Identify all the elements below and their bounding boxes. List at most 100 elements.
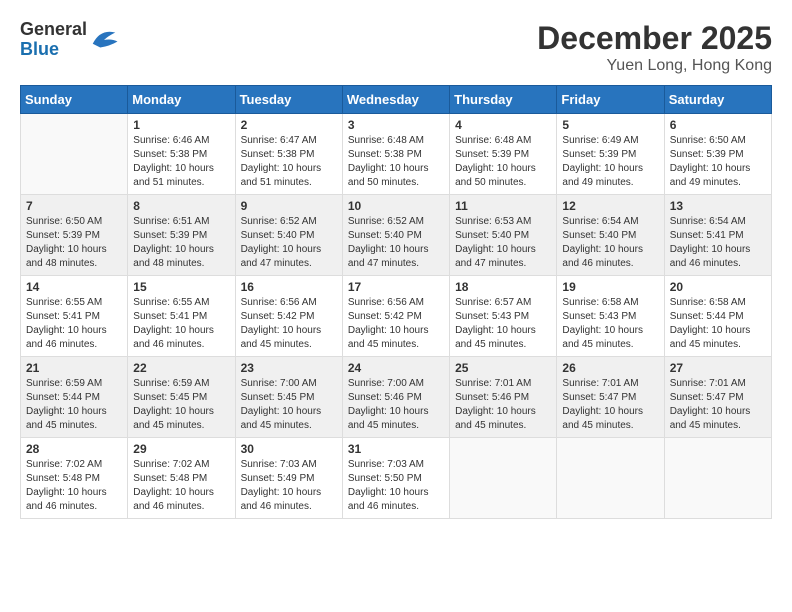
day-number: 19 <box>562 280 658 294</box>
day-number: 3 <box>348 118 444 132</box>
calendar-cell: 31 Sunrise: 7:03 AM Sunset: 5:50 PM Dayli… <box>342 438 449 519</box>
calendar-week-row: 14 Sunrise: 6:55 AM Sunset: 5:41 PM Dayli… <box>21 276 772 357</box>
day-info: Sunrise: 7:02 AM Sunset: 5:48 PM Dayligh… <box>26 458 122 514</box>
calendar-header-monday: Monday <box>128 86 235 114</box>
day-number: 17 <box>348 280 444 294</box>
day-number: 8 <box>133 199 229 213</box>
day-number: 5 <box>562 118 658 132</box>
day-number: 27 <box>670 361 766 375</box>
day-info: Sunrise: 7:03 AM Sunset: 5:49 PM Dayligh… <box>241 458 337 514</box>
day-number: 14 <box>26 280 122 294</box>
day-number: 29 <box>133 442 229 456</box>
calendar-cell: 13 Sunrise: 6:54 AM Sunset: 5:41 PM Dayli… <box>664 195 771 276</box>
day-info: Sunrise: 6:47 AM Sunset: 5:38 PM Dayligh… <box>241 134 337 190</box>
calendar-cell: 8 Sunrise: 6:51 AM Sunset: 5:39 PM Daylig… <box>128 195 235 276</box>
calendar-cell: 27 Sunrise: 7:01 AM Sunset: 5:47 PM Dayli… <box>664 357 771 438</box>
day-number: 11 <box>455 199 551 213</box>
day-number: 25 <box>455 361 551 375</box>
day-info: Sunrise: 7:02 AM Sunset: 5:48 PM Dayligh… <box>133 458 229 514</box>
day-info: Sunrise: 7:01 AM Sunset: 5:47 PM Dayligh… <box>670 377 766 433</box>
calendar-cell: 23 Sunrise: 7:00 AM Sunset: 5:45 PM Dayli… <box>235 357 342 438</box>
day-info: Sunrise: 6:59 AM Sunset: 5:44 PM Dayligh… <box>26 377 122 433</box>
calendar-cell: 6 Sunrise: 6:50 AM Sunset: 5:39 PM Daylig… <box>664 114 771 195</box>
calendar-header-tuesday: Tuesday <box>235 86 342 114</box>
day-number: 1 <box>133 118 229 132</box>
day-number: 9 <box>241 199 337 213</box>
day-number: 7 <box>26 199 122 213</box>
calendar-header-sunday: Sunday <box>21 86 128 114</box>
calendar-cell: 17 Sunrise: 6:56 AM Sunset: 5:42 PM Dayli… <box>342 276 449 357</box>
day-info: Sunrise: 6:52 AM Sunset: 5:40 PM Dayligh… <box>348 215 444 271</box>
day-info: Sunrise: 7:03 AM Sunset: 5:50 PM Dayligh… <box>348 458 444 514</box>
day-number: 10 <box>348 199 444 213</box>
logo: General Blue <box>20 20 119 60</box>
day-info: Sunrise: 6:48 AM Sunset: 5:39 PM Dayligh… <box>455 134 551 190</box>
day-info: Sunrise: 6:52 AM Sunset: 5:40 PM Dayligh… <box>241 215 337 271</box>
day-number: 23 <box>241 361 337 375</box>
day-info: Sunrise: 7:00 AM Sunset: 5:45 PM Dayligh… <box>241 377 337 433</box>
calendar-cell <box>21 114 128 195</box>
day-info: Sunrise: 7:01 AM Sunset: 5:47 PM Dayligh… <box>562 377 658 433</box>
day-number: 2 <box>241 118 337 132</box>
day-number: 20 <box>670 280 766 294</box>
day-info: Sunrise: 6:50 AM Sunset: 5:39 PM Dayligh… <box>670 134 766 190</box>
calendar-week-row: 1Sunrise: 6:46 AM Sunset: 5:38 PM Daylig… <box>21 114 772 195</box>
day-info: Sunrise: 6:51 AM Sunset: 5:39 PM Dayligh… <box>133 215 229 271</box>
logo-text: General Blue <box>20 20 87 60</box>
day-number: 24 <box>348 361 444 375</box>
day-info: Sunrise: 7:01 AM Sunset: 5:46 PM Dayligh… <box>455 377 551 433</box>
calendar-cell: 11 Sunrise: 6:53 AM Sunset: 5:40 PM Dayli… <box>450 195 557 276</box>
calendar-cell: 14 Sunrise: 6:55 AM Sunset: 5:41 PM Dayli… <box>21 276 128 357</box>
calendar-week-row: 7 Sunrise: 6:50 AM Sunset: 5:39 PM Daylig… <box>21 195 772 276</box>
day-info: Sunrise: 6:55 AM Sunset: 5:41 PM Dayligh… <box>26 296 122 352</box>
calendar-cell <box>557 438 664 519</box>
day-number: 28 <box>26 442 122 456</box>
calendar-header-thursday: Thursday <box>450 86 557 114</box>
calendar-cell: 9 Sunrise: 6:52 AM Sunset: 5:40 PM Daylig… <box>235 195 342 276</box>
calendar-cell: 15 Sunrise: 6:55 AM Sunset: 5:41 PM Dayli… <box>128 276 235 357</box>
calendar-cell: 5Sunrise: 6:49 AM Sunset: 5:39 PM Daylig… <box>557 114 664 195</box>
day-info: Sunrise: 6:54 AM Sunset: 5:40 PM Dayligh… <box>562 215 658 271</box>
calendar-cell <box>664 438 771 519</box>
calendar-cell: 18 Sunrise: 6:57 AM Sunset: 5:43 PM Dayli… <box>450 276 557 357</box>
calendar-header-wednesday: Wednesday <box>342 86 449 114</box>
day-number: 30 <box>241 442 337 456</box>
day-number: 4 <box>455 118 551 132</box>
day-number: 18 <box>455 280 551 294</box>
calendar-cell: 10 Sunrise: 6:52 AM Sunset: 5:40 PM Dayli… <box>342 195 449 276</box>
calendar-header-saturday: Saturday <box>664 86 771 114</box>
day-info: Sunrise: 6:56 AM Sunset: 5:42 PM Dayligh… <box>241 296 337 352</box>
day-number: 6 <box>670 118 766 132</box>
calendar-cell: 22 Sunrise: 6:59 AM Sunset: 5:45 PM Dayli… <box>128 357 235 438</box>
day-number: 13 <box>670 199 766 213</box>
page-subtitle: Yuen Long, Hong Kong <box>537 57 772 75</box>
day-info: Sunrise: 6:50 AM Sunset: 5:39 PM Dayligh… <box>26 215 122 271</box>
calendar-table: SundayMondayTuesdayWednesdayThursdayFrid… <box>20 85 772 519</box>
calendar-header-friday: Friday <box>557 86 664 114</box>
day-info: Sunrise: 6:57 AM Sunset: 5:43 PM Dayligh… <box>455 296 551 352</box>
calendar-cell: 16Sunrise: 6:56 AM Sunset: 5:42 PM Dayli… <box>235 276 342 357</box>
logo-blue: Blue <box>20 40 87 60</box>
calendar-cell: 3 Sunrise: 6:48 AM Sunset: 5:38 PM Daylig… <box>342 114 449 195</box>
calendar-cell: 4 Sunrise: 6:48 AM Sunset: 5:39 PM Daylig… <box>450 114 557 195</box>
calendar-cell: 12 Sunrise: 6:54 AM Sunset: 5:40 PM Dayli… <box>557 195 664 276</box>
logo-general: General <box>20 20 87 40</box>
day-info: Sunrise: 6:48 AM Sunset: 5:38 PM Dayligh… <box>348 134 444 190</box>
calendar-week-row: 21Sunrise: 6:59 AM Sunset: 5:44 PM Dayli… <box>21 357 772 438</box>
day-info: Sunrise: 6:59 AM Sunset: 5:45 PM Dayligh… <box>133 377 229 433</box>
day-info: Sunrise: 6:56 AM Sunset: 5:42 PM Dayligh… <box>348 296 444 352</box>
calendar-cell: 26Sunrise: 7:01 AM Sunset: 5:47 PM Dayli… <box>557 357 664 438</box>
day-info: Sunrise: 6:55 AM Sunset: 5:41 PM Dayligh… <box>133 296 229 352</box>
calendar-cell: 7 Sunrise: 6:50 AM Sunset: 5:39 PM Daylig… <box>21 195 128 276</box>
title-section: December 2025 Yuen Long, Hong Kong <box>537 20 772 75</box>
day-number: 31 <box>348 442 444 456</box>
day-info: Sunrise: 6:53 AM Sunset: 5:40 PM Dayligh… <box>455 215 551 271</box>
day-info: Sunrise: 6:54 AM Sunset: 5:41 PM Dayligh… <box>670 215 766 271</box>
page-title: December 2025 <box>537 20 772 57</box>
day-number: 22 <box>133 361 229 375</box>
day-number: 15 <box>133 280 229 294</box>
day-info: Sunrise: 6:58 AM Sunset: 5:43 PM Dayligh… <box>562 296 658 352</box>
calendar-cell: 25 Sunrise: 7:01 AM Sunset: 5:46 PM Dayli… <box>450 357 557 438</box>
calendar-cell: 24Sunrise: 7:00 AM Sunset: 5:46 PM Dayli… <box>342 357 449 438</box>
day-number: 12 <box>562 199 658 213</box>
